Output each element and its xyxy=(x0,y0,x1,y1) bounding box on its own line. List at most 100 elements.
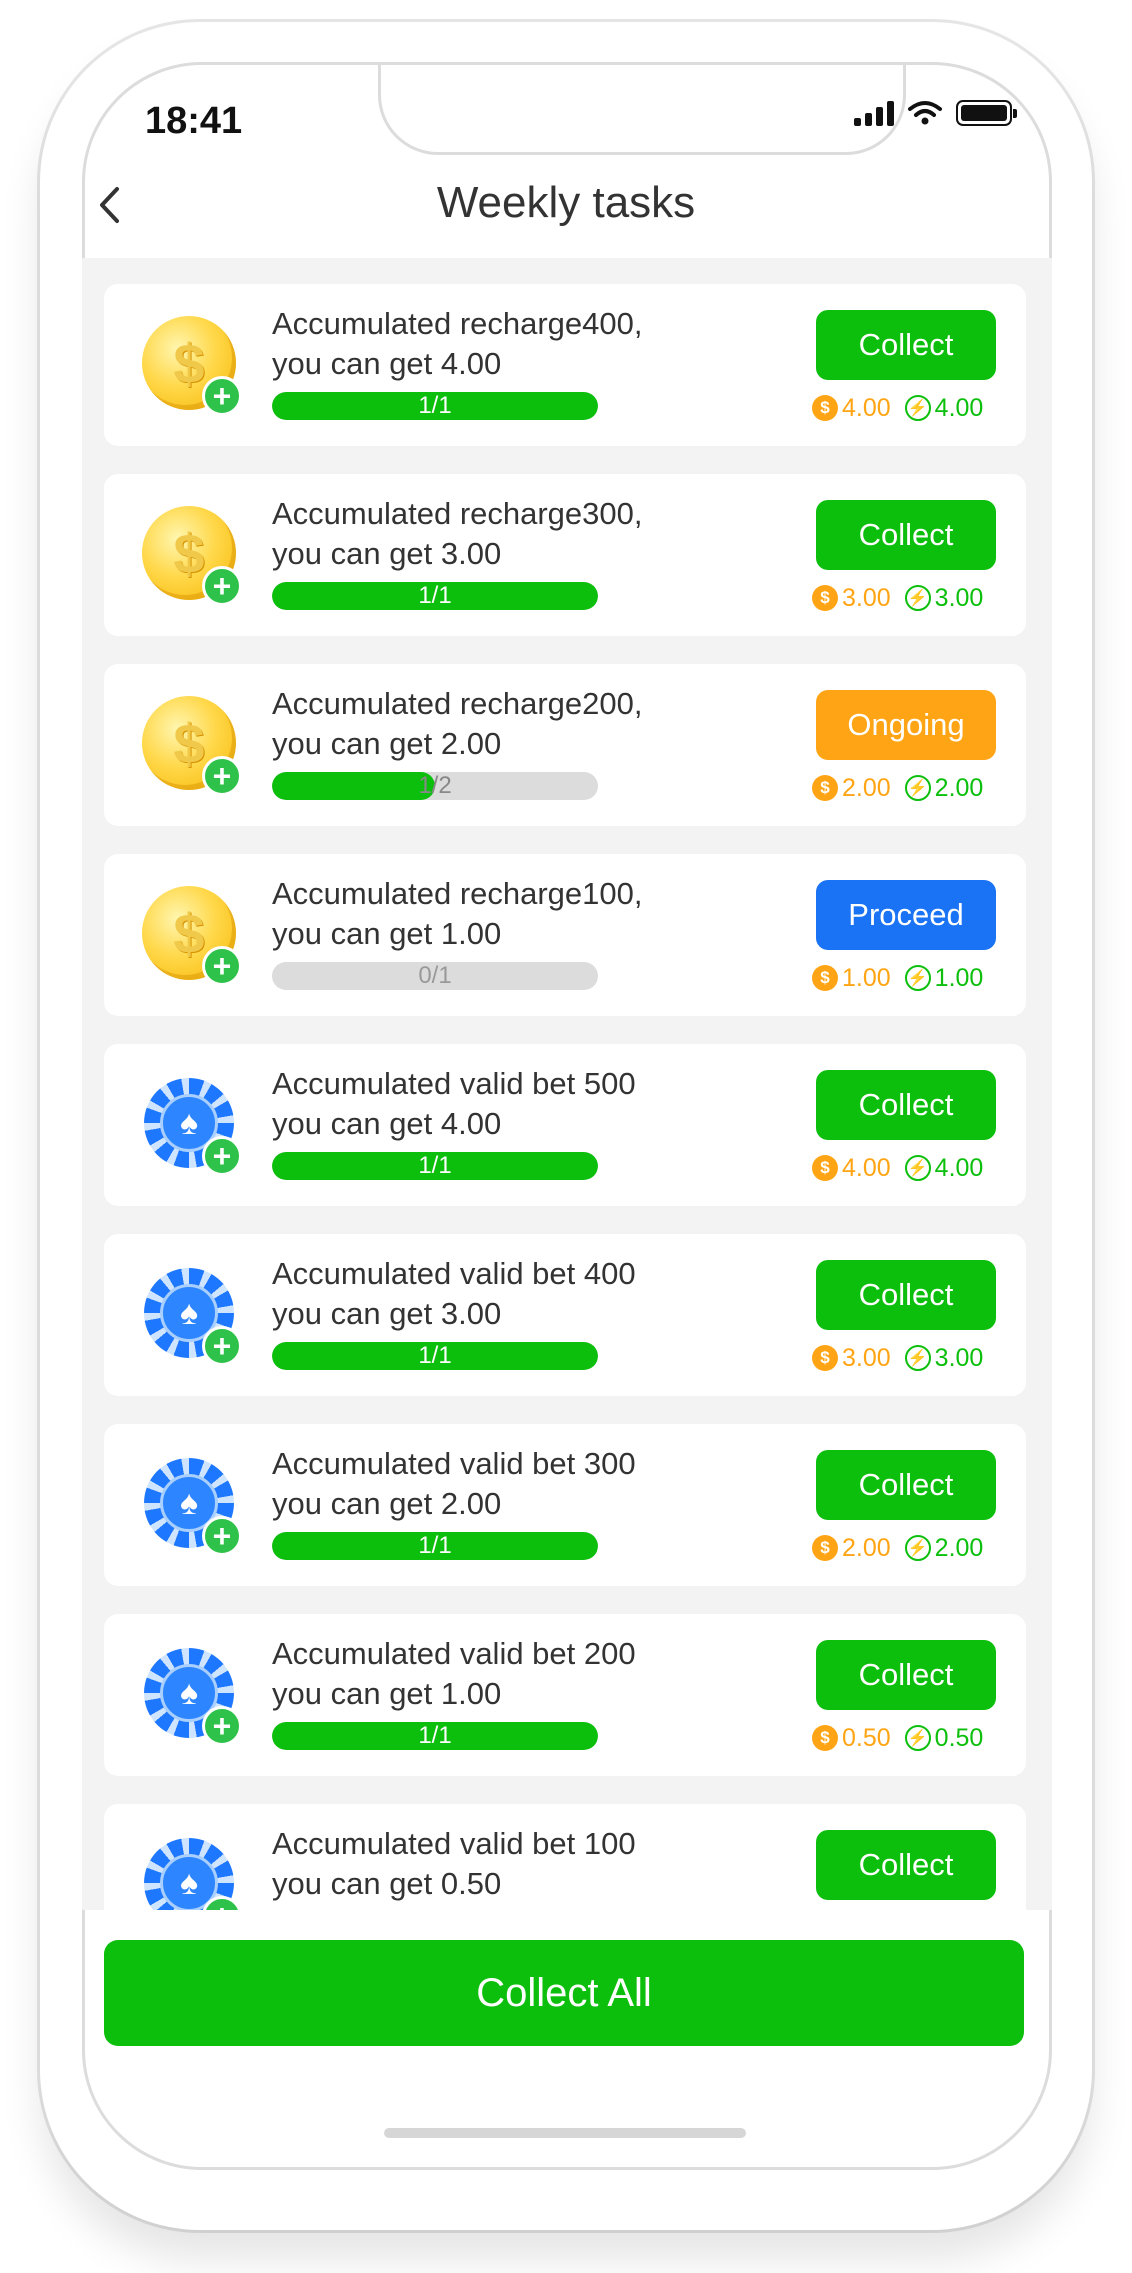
task-rewards: $ 3.00 ⚡ 3.00 xyxy=(812,1342,1008,1374)
coin-reward: $ 0.50 xyxy=(812,1724,891,1753)
task-line-2: you can get 1.00 xyxy=(272,916,502,951)
coin-reward: $ 2.00 xyxy=(812,1534,891,1563)
task-rewards: $ 1.00 ⚡ 1.00 xyxy=(812,962,1008,994)
task-description: Accumulated valid bet 100 you can get 0.… xyxy=(272,1824,636,1904)
task-action-button[interactable]: Collect xyxy=(816,1260,996,1330)
lightning-icon: ⚡ xyxy=(904,1535,931,1561)
plus-badge-icon: + xyxy=(202,756,242,796)
bonus-reward-value: 2.00 xyxy=(934,773,984,802)
task-line-1: Accumulated recharge400, xyxy=(272,306,643,341)
coin-reward-value: 1.00 xyxy=(842,963,891,992)
task-action-button[interactable]: Collect xyxy=(816,1450,996,1520)
coin-reward: $ 4.00 xyxy=(812,394,891,423)
coin-reward: $ 3.00 xyxy=(812,1344,891,1373)
wifi-icon xyxy=(908,101,942,125)
lightning-icon: ⚡ xyxy=(904,395,931,421)
task-action-button[interactable]: Proceed xyxy=(816,880,996,950)
signal-icon xyxy=(854,100,894,126)
battery-icon xyxy=(956,100,1017,126)
task-progress-bar: 1/1 xyxy=(272,1532,598,1560)
task-card: ♠ + Accumulated valid bet 400 you can ge… xyxy=(104,1234,1026,1396)
coin-reward: $ 2.00 xyxy=(812,774,891,803)
bonus-reward-value: 0.50 xyxy=(934,1723,984,1752)
task-icon: ♠ + xyxy=(140,1264,244,1368)
task-description: Accumulated recharge300, you can get 3.0… xyxy=(272,494,643,574)
phone-notch xyxy=(378,65,906,155)
task-line-1: Accumulated recharge300, xyxy=(272,496,643,531)
task-icon: ♠ + xyxy=(140,1074,244,1178)
task-card: ♠ + Accumulated valid bet 200 you can ge… xyxy=(104,1614,1026,1776)
progress-text: 1/1 xyxy=(418,1532,452,1559)
task-rewards: $ 0.50 ⚡ 0.50 xyxy=(812,1722,1008,1754)
task-line-1: Accumulated valid bet 400 xyxy=(272,1256,636,1291)
task-card: ♠ + Accumulated valid bet 300 you can ge… xyxy=(104,1424,1026,1586)
bonus-reward: ⚡ 3.00 xyxy=(904,583,984,613)
task-description: Accumulated valid bet 300 you can get 2.… xyxy=(272,1444,636,1524)
task-card: $ + Accumulated recharge400, you can get… xyxy=(104,284,1026,446)
bonus-reward-value: 4.00 xyxy=(934,1153,984,1182)
dollar-icon: $ xyxy=(812,1155,838,1181)
coin-reward-value: 4.00 xyxy=(842,393,891,422)
bonus-reward-value: 1.00 xyxy=(934,963,984,992)
task-action-button[interactable]: Collect xyxy=(816,500,996,570)
bonus-reward: ⚡ 1.00 xyxy=(904,963,984,993)
task-icon: $ + xyxy=(140,694,244,798)
task-line-2: you can get 3.00 xyxy=(272,536,502,571)
bonus-reward-value: 3.00 xyxy=(934,1343,984,1372)
task-progress-bar: 1/1 xyxy=(272,392,598,420)
progress-text: 1/1 xyxy=(418,1722,452,1749)
task-action-button[interactable]: Collect xyxy=(816,1640,996,1710)
collect-all-button[interactable]: Collect All xyxy=(104,1940,1024,2046)
task-line-2: you can get 4.00 xyxy=(272,346,502,381)
plus-badge-icon: + xyxy=(202,566,242,606)
task-line-2: you can get 3.00 xyxy=(272,1296,502,1331)
coin-reward-value: 4.00 xyxy=(842,1153,891,1182)
lightning-icon: ⚡ xyxy=(904,1155,931,1181)
status-icons xyxy=(854,100,1017,126)
task-line-2: you can get 1.00 xyxy=(272,1676,502,1711)
task-action-button[interactable]: Collect xyxy=(816,1830,996,1900)
task-progress-bar: 0/1 xyxy=(272,962,598,990)
task-description: Accumulated recharge400, you can get 4.0… xyxy=(272,304,643,384)
coin-reward-value: 2.00 xyxy=(842,1533,891,1562)
task-card: $ + Accumulated recharge200, you can get… xyxy=(104,664,1026,826)
dollar-icon: $ xyxy=(812,1345,838,1371)
plus-badge-icon: + xyxy=(202,946,242,986)
task-action-button[interactable]: Collect xyxy=(816,310,996,380)
task-card: $ + Accumulated recharge300, you can get… xyxy=(104,474,1026,636)
task-progress-bar: 1/1 xyxy=(272,1722,598,1750)
task-description: Accumulated valid bet 500 you can get 4.… xyxy=(272,1064,636,1144)
lightning-icon: ⚡ xyxy=(904,1725,931,1751)
task-icon: ♠ + xyxy=(140,1834,244,1910)
bonus-reward-value: 3.00 xyxy=(934,583,984,612)
task-card: $ + Accumulated recharge100, you can get… xyxy=(104,854,1026,1016)
plus-badge-icon: + xyxy=(202,1136,242,1176)
task-icon: ♠ + xyxy=(140,1644,244,1748)
lightning-icon: ⚡ xyxy=(904,585,931,611)
task-action-button[interactable]: Ongoing xyxy=(816,690,996,760)
task-description: Accumulated recharge100, you can get 1.0… xyxy=(272,874,643,954)
bonus-reward: ⚡ 4.00 xyxy=(904,1153,984,1183)
dollar-icon: $ xyxy=(812,1725,838,1751)
task-action-button[interactable]: Collect xyxy=(816,1070,996,1140)
dollar-icon: $ xyxy=(812,585,838,611)
task-rewards: $ 4.00 ⚡ 4.00 xyxy=(812,392,1008,424)
plus-badge-icon: + xyxy=(202,1516,242,1556)
task-rewards: $ 2.00 ⚡ 2.00 xyxy=(812,772,1008,804)
progress-text: 0/1 xyxy=(418,962,452,989)
progress-text: 1/1 xyxy=(418,392,452,419)
bonus-reward-value: 4.00 xyxy=(934,393,984,422)
task-line-1: Accumulated valid bet 100 xyxy=(272,1826,636,1861)
task-line-1: Accumulated recharge200, xyxy=(272,686,643,721)
task-list[interactable]: $ + Accumulated recharge400, you can get… xyxy=(82,258,1052,1910)
task-progress-bar: 1/1 xyxy=(272,1152,598,1180)
coin-reward: $ 1.00 xyxy=(812,964,891,993)
task-progress-bar: 1/2 xyxy=(272,772,598,800)
coin-reward-value: 0.50 xyxy=(842,1723,891,1752)
coin-reward: $ 4.00 xyxy=(812,1154,891,1183)
bonus-reward: ⚡ 4.00 xyxy=(904,393,984,423)
bonus-reward: ⚡ 2.00 xyxy=(904,1534,983,1563)
task-line-1: Accumulated valid bet 500 xyxy=(272,1066,636,1101)
task-icon: ♠ + xyxy=(140,1454,244,1558)
task-description: Accumulated valid bet 400 you can get 3.… xyxy=(272,1254,636,1334)
